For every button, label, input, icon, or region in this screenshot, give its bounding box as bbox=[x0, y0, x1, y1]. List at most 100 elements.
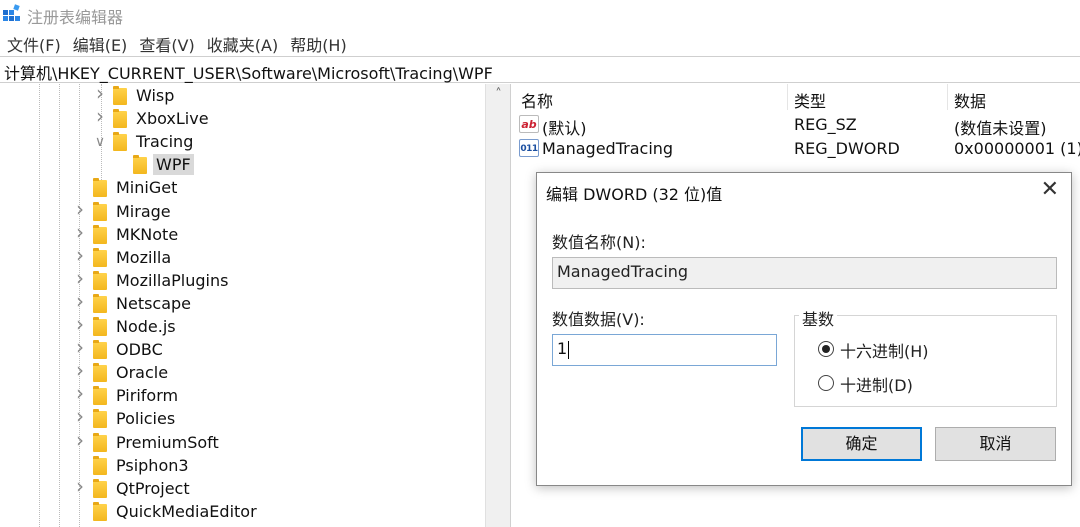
tree-node-label[interactable]: Tracing bbox=[133, 131, 196, 152]
tree-scrollbar[interactable]: ˄ bbox=[485, 84, 510, 527]
radio-hex-label[interactable]: 十六进制(H) bbox=[840, 338, 929, 362]
chevron-down-icon[interactable]: ∨ bbox=[93, 135, 107, 149]
tree-node-miniget[interactable]: MiniGet bbox=[0, 177, 485, 200]
menu-favorites[interactable]: 收藏夹(A) bbox=[207, 30, 278, 56]
tree-node-label[interactable]: ODBC bbox=[113, 339, 166, 360]
value-type: REG_DWORD bbox=[794, 139, 900, 158]
folder-icon bbox=[93, 270, 107, 290]
value-type: REG_SZ bbox=[794, 115, 857, 134]
tree-node-mirage[interactable]: › Mirage bbox=[0, 199, 485, 224]
chevron-right-icon[interactable]: › bbox=[73, 383, 87, 403]
address-path[interactable]: 计算机\HKEY_CURRENT_USER\Software\Microsoft… bbox=[4, 60, 493, 84]
tree-node-label[interactable]: MKNote bbox=[113, 224, 181, 245]
tree-node-wisp[interactable]: › Wisp bbox=[0, 84, 485, 108]
folder-icon bbox=[113, 109, 127, 129]
chevron-right-icon[interactable]: › bbox=[73, 406, 87, 426]
tree-node-label[interactable]: Oracle bbox=[113, 362, 171, 383]
tree-node-label[interactable]: Policies bbox=[113, 408, 178, 429]
tree-node-piriform[interactable]: › Piriform bbox=[0, 383, 485, 408]
radio-button-icon[interactable] bbox=[818, 375, 834, 391]
close-icon[interactable]: ✕ bbox=[1041, 179, 1059, 201]
folder-icon bbox=[93, 501, 107, 521]
value-data: (数值未设置) bbox=[954, 119, 1047, 138]
column-header-name[interactable]: 名称 bbox=[521, 84, 553, 111]
tree-node-xboxlive[interactable]: › XboxLive bbox=[0, 106, 485, 131]
folder-icon bbox=[93, 201, 107, 221]
tree-node-quickmediaeditor[interactable]: QuickMediaEditor bbox=[0, 501, 485, 524]
tree-node-label[interactable]: Node.js bbox=[113, 316, 179, 337]
value-data-input[interactable]: 1 bbox=[552, 334, 777, 366]
chevron-right-icon[interactable]: › bbox=[73, 360, 87, 380]
tree-node-netscape[interactable]: › Netscape bbox=[0, 291, 485, 316]
dword-value-icon: 011 bbox=[519, 139, 539, 157]
tree-node-label[interactable]: MozillaPlugins bbox=[113, 270, 231, 291]
column-header-type[interactable]: 类型 bbox=[794, 84, 826, 111]
edit-dword-dialog: 编辑 DWORD (32 位)值 ✕ 数值名称(N): ManagedTraci… bbox=[536, 172, 1072, 486]
value-data-text: 1 bbox=[557, 339, 568, 358]
tree-node-label[interactable]: QuickMediaEditor bbox=[113, 501, 260, 522]
tree-node-label[interactable]: MiniGet bbox=[113, 177, 180, 198]
chevron-right-icon[interactable]: › bbox=[73, 337, 87, 357]
chevron-right-icon[interactable]: › bbox=[73, 476, 87, 496]
folder-icon bbox=[93, 317, 107, 336]
chevron-right-icon[interactable]: › bbox=[73, 314, 87, 334]
chevron-right-icon[interactable]: › bbox=[93, 84, 107, 103]
tree-node-premiumsoft[interactable]: › PremiumSoft bbox=[0, 430, 485, 455]
tree-node-tracing[interactable]: ∨ Tracing bbox=[0, 131, 485, 154]
tree-node-mozillaplugins[interactable]: › MozillaPlugins bbox=[0, 268, 485, 293]
folder-icon bbox=[93, 363, 107, 383]
menu-help[interactable]: 帮助(H) bbox=[290, 30, 347, 56]
ok-button[interactable]: 确定 bbox=[801, 427, 922, 461]
folder-icon bbox=[93, 178, 107, 198]
tree-node-odbc[interactable]: › ODBC bbox=[0, 337, 485, 362]
chevron-right-icon[interactable]: › bbox=[73, 291, 87, 311]
menu-view[interactable]: 查看(V) bbox=[139, 30, 194, 56]
tree-node-label[interactable]: Netscape bbox=[113, 293, 194, 314]
window-title: 注册表编辑器 bbox=[27, 8, 124, 27]
tree-node-policies[interactable]: › Policies bbox=[0, 406, 485, 431]
tree-node-mknote[interactable]: › MKNote bbox=[0, 222, 485, 247]
value-name-label: 数值名称(N): bbox=[552, 233, 646, 252]
column-header-data[interactable]: 数据 bbox=[954, 84, 986, 111]
value-row[interactable]: ab (默认) REG_SZ (数值未设置) bbox=[515, 113, 1080, 138]
tree-node-node-js[interactable]: › Node.js bbox=[0, 314, 485, 339]
tree-node-mozilla[interactable]: › Mozilla bbox=[0, 245, 485, 270]
value-row[interactable]: 011 ManagedTracing REG_DWORD 0x00000001 … bbox=[515, 137, 1080, 161]
value-name: ManagedTracing bbox=[542, 139, 674, 158]
folder-icon bbox=[93, 386, 107, 406]
cancel-button[interactable]: 取消 bbox=[935, 427, 1056, 461]
title-bar: 注册表编辑器 bbox=[0, 0, 1080, 30]
tree-node-label[interactable]: Mirage bbox=[113, 201, 174, 222]
tree-node-label[interactable]: Psiphon3 bbox=[113, 455, 192, 476]
chevron-right-icon[interactable]: › bbox=[73, 430, 87, 450]
radio-dec-label[interactable]: 十进制(D) bbox=[840, 372, 913, 396]
chevron-right-icon[interactable]: › bbox=[93, 106, 107, 126]
address-bar[interactable]: 计算机\HKEY_CURRENT_USER\Software\Microsoft… bbox=[0, 56, 1080, 83]
chevron-right-icon[interactable]: › bbox=[73, 268, 87, 288]
string-value-icon: ab bbox=[519, 115, 539, 133]
tree-node-label[interactable]: XboxLive bbox=[133, 108, 212, 129]
tree-node-psiphon3[interactable]: Psiphon3 bbox=[0, 455, 485, 478]
scroll-up-arrow-icon[interactable]: ˄ bbox=[486, 84, 511, 106]
folder-icon bbox=[93, 409, 107, 429]
tree-node-label[interactable]: QtProject bbox=[113, 478, 193, 499]
value-name-field: ManagedTracing bbox=[552, 257, 1057, 289]
menu-edit[interactable]: 编辑(E) bbox=[73, 30, 128, 56]
tree-node-label[interactable]: Mozilla bbox=[113, 247, 174, 268]
tree-node-label[interactable]: WPF bbox=[153, 154, 194, 176]
menu-file[interactable]: 文件(F) bbox=[7, 30, 61, 56]
tree-node-qtproject[interactable]: › QtProject bbox=[0, 476, 485, 501]
chevron-right-icon[interactable]: › bbox=[73, 222, 87, 242]
tree-node-oracle[interactable]: › Oracle bbox=[0, 360, 485, 385]
dialog-title: 编辑 DWORD (32 位)值 bbox=[546, 185, 723, 204]
tree-node-label[interactable]: Piriform bbox=[113, 385, 181, 406]
chevron-right-icon[interactable]: › bbox=[73, 199, 87, 219]
dialog-title-bar[interactable]: 编辑 DWORD (32 位)值 ✕ bbox=[537, 173, 1071, 209]
tree-node-wpf[interactable]: WPF bbox=[0, 154, 485, 177]
chevron-right-icon[interactable]: › bbox=[73, 245, 87, 265]
tree-node-label[interactable]: Wisp bbox=[133, 85, 177, 106]
key-tree[interactable]: › Wisp › XboxLive ∨ Tracing WPF MiniGet › Mirage ›… bbox=[0, 84, 510, 527]
tree-node-label[interactable]: PremiumSoft bbox=[113, 432, 222, 453]
radio-button-checked-icon[interactable] bbox=[818, 341, 834, 357]
folder-icon bbox=[133, 155, 147, 175]
